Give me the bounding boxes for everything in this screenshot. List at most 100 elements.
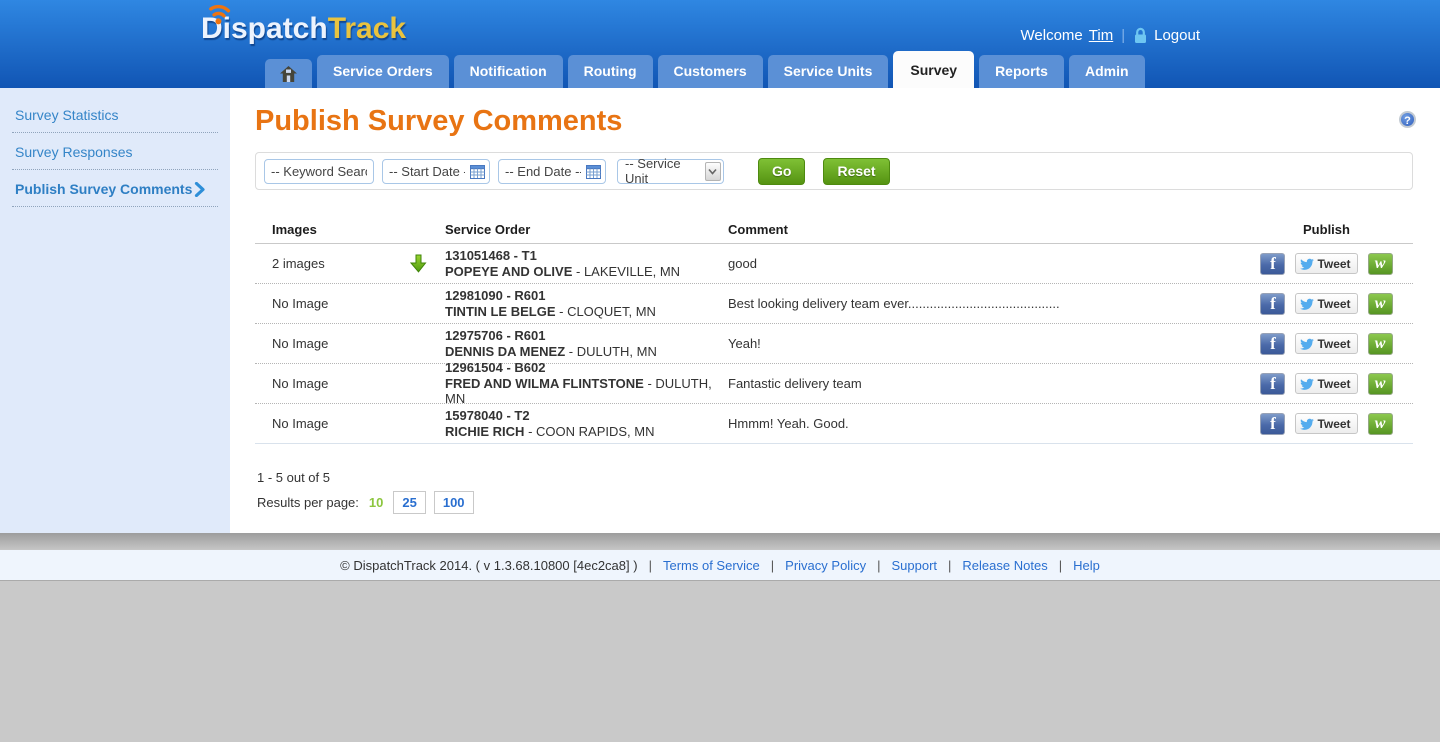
footer-separator: | bbox=[1059, 558, 1062, 573]
table-row: No Image 15978040 - T2 RICHIE RICH - COO… bbox=[255, 404, 1413, 444]
sidebar-item-publish-survey-comments[interactable]: Publish Survey Comments bbox=[12, 170, 218, 207]
start-date-calendar-icon[interactable] bbox=[470, 164, 485, 179]
footer-link-privacy-policy[interactable]: Privacy Policy bbox=[785, 558, 866, 573]
service-unit-value: -- Service Unit bbox=[625, 156, 705, 186]
facebook-share-button[interactable]: f bbox=[1260, 253, 1285, 275]
comment-cell: Yeah! bbox=[728, 336, 1240, 351]
tweet-label: Tweet bbox=[1317, 337, 1350, 351]
customer-name: DENNIS DA MENEZ bbox=[445, 344, 565, 359]
sidebar-item-label: Publish Survey Comments bbox=[15, 181, 192, 197]
tweet-button[interactable]: Tweet bbox=[1295, 253, 1357, 274]
publish-cell: f Tweet w bbox=[1240, 293, 1413, 315]
logo-text-track: Track bbox=[328, 12, 406, 45]
tweet-button[interactable]: Tweet bbox=[1295, 293, 1357, 314]
end-date-field bbox=[498, 159, 606, 184]
main-nav: Service Orders Notification Routing Cust… bbox=[265, 51, 1145, 88]
facebook-share-button[interactable]: f bbox=[1260, 373, 1285, 395]
service-order-cell: 131051468 - T1 POPEYE AND OLIVE - LAKEVI… bbox=[445, 248, 728, 280]
tweet-label: Tweet bbox=[1317, 257, 1350, 271]
end-date-calendar-icon[interactable] bbox=[586, 164, 601, 179]
tweet-button[interactable]: Tweet bbox=[1295, 373, 1357, 394]
tab-reports[interactable]: Reports bbox=[979, 55, 1064, 88]
help-icon[interactable]: ? bbox=[1399, 111, 1416, 128]
start-date-field bbox=[382, 159, 490, 184]
images-count[interactable]: 2 images bbox=[272, 256, 325, 271]
service-order-cell: 12961504 - B602 FRED AND WILMA FLINTSTON… bbox=[445, 360, 728, 408]
column-header-service-order: Service Order bbox=[445, 222, 728, 237]
keyword-search-input[interactable] bbox=[264, 159, 374, 184]
chevron-down-icon bbox=[705, 162, 721, 181]
order-number: 15978040 - T2 bbox=[445, 408, 728, 424]
sidebar: Survey Statistics Survey Responses Publi… bbox=[0, 88, 230, 533]
web-publish-button[interactable]: w bbox=[1368, 413, 1393, 435]
images-cell: No Image bbox=[255, 416, 445, 431]
tweet-label: Tweet bbox=[1317, 297, 1350, 311]
footer-link-help[interactable]: Help bbox=[1073, 558, 1100, 573]
twitter-bird-icon bbox=[1300, 378, 1314, 390]
table-row: No Image 12975706 - R601 DENNIS DA MENEZ… bbox=[255, 324, 1413, 364]
tab-notification[interactable]: Notification bbox=[454, 55, 563, 88]
twitter-bird-icon bbox=[1300, 418, 1314, 430]
images-cell: No Image bbox=[255, 376, 445, 391]
results-per-page-label: Results per page: bbox=[257, 495, 359, 510]
per-page-100[interactable]: 100 bbox=[434, 491, 474, 514]
page-title: Publish Survey Comments bbox=[255, 105, 622, 138]
per-page-25[interactable]: 25 bbox=[393, 491, 425, 514]
web-publish-button[interactable]: w bbox=[1368, 373, 1393, 395]
welcome-label: Welcome bbox=[1021, 27, 1083, 44]
tweet-button[interactable]: Tweet bbox=[1295, 333, 1357, 354]
tweet-button[interactable]: Tweet bbox=[1295, 413, 1357, 434]
images-cell: No Image bbox=[255, 336, 445, 351]
tab-survey[interactable]: Survey bbox=[893, 51, 974, 88]
header-separator: | bbox=[1121, 27, 1125, 44]
table-row: 2 images 131051468 - T1 bbox=[255, 244, 1413, 284]
web-publish-button[interactable]: w bbox=[1368, 333, 1393, 355]
go-button[interactable]: Go bbox=[758, 158, 805, 185]
facebook-share-button[interactable]: f bbox=[1260, 413, 1285, 435]
order-number: 12975706 - R601 bbox=[445, 328, 728, 344]
footer-separator: | bbox=[649, 558, 652, 573]
service-order-cell: 12981090 - R601 TINTIN LE BELGE - CLOQUE… bbox=[445, 288, 728, 320]
facebook-share-button[interactable]: f bbox=[1260, 293, 1285, 315]
web-publish-button[interactable]: w bbox=[1368, 253, 1393, 275]
web-publish-button[interactable]: w bbox=[1368, 293, 1393, 315]
images-cell: No Image bbox=[255, 296, 445, 311]
per-page-10[interactable]: 10 bbox=[367, 492, 385, 513]
table-header-row: Images Service Order Comment Publish bbox=[255, 215, 1413, 244]
sidebar-item-survey-responses[interactable]: Survey Responses bbox=[12, 133, 218, 170]
tab-service-units[interactable]: Service Units bbox=[768, 55, 889, 88]
footer: © DispatchTrack 2014. ( v 1.3.68.10800 [… bbox=[0, 550, 1440, 581]
comment-cell: good bbox=[728, 256, 1240, 271]
footer-link-release-notes[interactable]: Release Notes bbox=[962, 558, 1047, 573]
customer-location: - CLOQUET, MN bbox=[559, 304, 656, 319]
service-unit-select[interactable]: -- Service Unit bbox=[617, 159, 724, 184]
tab-customers[interactable]: Customers bbox=[658, 55, 763, 88]
footer-separator: | bbox=[877, 558, 880, 573]
logout-link[interactable]: Logout bbox=[1154, 27, 1200, 44]
tab-service-orders[interactable]: Service Orders bbox=[317, 55, 449, 88]
tab-routing[interactable]: Routing bbox=[568, 55, 653, 88]
download-images-icon[interactable] bbox=[410, 254, 427, 273]
username-link[interactable]: Tim bbox=[1089, 27, 1113, 44]
sidebar-item-survey-statistics[interactable]: Survey Statistics bbox=[12, 96, 218, 133]
reset-button[interactable]: Reset bbox=[823, 158, 889, 185]
customer-location: - COON RAPIDS, MN bbox=[528, 424, 654, 439]
publish-cell: f Tweet w bbox=[1240, 413, 1413, 435]
twitter-bird-icon bbox=[1300, 338, 1314, 350]
customer-name: POPEYE AND OLIVE bbox=[445, 264, 572, 279]
service-order-cell: 12975706 - R601 DENNIS DA MENEZ - DULUTH… bbox=[445, 328, 728, 360]
comment-cell: Best looking delivery team ever.........… bbox=[728, 296, 1240, 311]
customer-name: TINTIN LE BELGE bbox=[445, 304, 556, 319]
footer-link-support[interactable]: Support bbox=[891, 558, 937, 573]
app-logo[interactable]: DispatchTrack bbox=[201, 12, 406, 46]
customer-location: - LAKEVILLE, MN bbox=[576, 264, 680, 279]
content-area: Survey Statistics Survey Responses Publi… bbox=[0, 88, 1440, 533]
survey-comments-table: Images Service Order Comment Publish 2 i… bbox=[255, 215, 1413, 444]
lock-icon bbox=[1133, 27, 1148, 44]
tab-admin[interactable]: Admin bbox=[1069, 55, 1145, 88]
facebook-share-button[interactable]: f bbox=[1260, 333, 1285, 355]
main-panel: Publish Survey Comments ? bbox=[230, 88, 1440, 533]
footer-link-terms-of-service[interactable]: Terms of Service bbox=[663, 558, 760, 573]
sidebar-item-label: Survey Responses bbox=[15, 144, 133, 160]
tab-home[interactable] bbox=[265, 59, 312, 88]
